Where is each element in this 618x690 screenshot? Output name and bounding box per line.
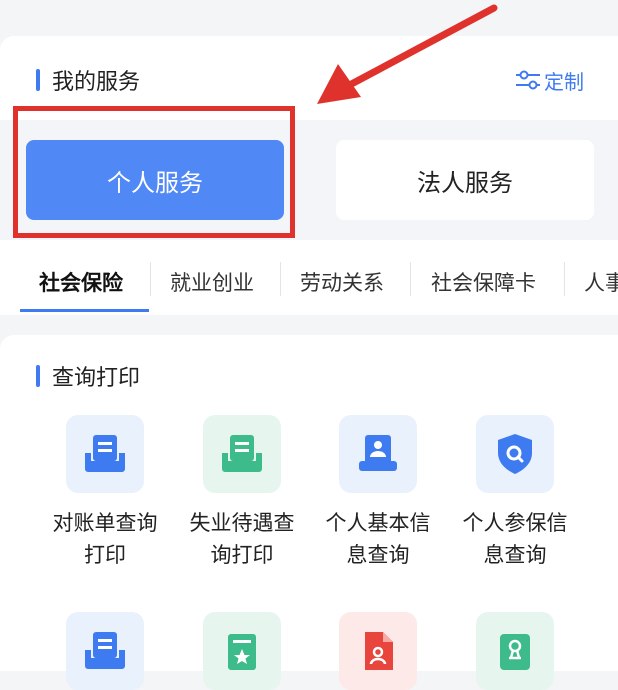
unemployment-print-label: 失业待遇查 询打印 xyxy=(189,511,295,567)
query-print-header: 查询打印 xyxy=(36,360,140,392)
tab-divider xyxy=(280,262,281,296)
tab-personnel[interactable]: 人事 xyxy=(584,250,618,314)
statement-print-label: 对账单查询 打印 xyxy=(52,511,158,567)
pdf-document-icon xyxy=(339,612,417,690)
query-print-title: 查询打印 xyxy=(52,366,141,391)
tab-divider xyxy=(410,262,411,296)
print-icon xyxy=(66,612,144,690)
legal-service-label: 法人服务 xyxy=(417,168,513,197)
sliders-icon xyxy=(516,70,540,90)
approval-stamp-icon xyxy=(476,612,554,690)
certificate-star-icon xyxy=(203,612,281,690)
legal-service-button[interactable]: 法人服务 xyxy=(336,140,594,220)
tab-divider xyxy=(564,262,565,296)
unemployment-print-icon xyxy=(203,415,281,493)
my-services-header: 我的服务 xyxy=(36,64,140,96)
certificate-item[interactable] xyxy=(172,612,312,690)
annotation-arrow-icon xyxy=(317,4,498,104)
annotation-highlight-box xyxy=(13,106,295,238)
tab-social-security-card[interactable]: 社会保障卡 xyxy=(431,250,536,314)
print-item[interactable] xyxy=(35,612,175,690)
customize-label: 定制 xyxy=(544,69,584,94)
active-tab-indicator xyxy=(20,309,149,312)
statement-print-icon xyxy=(66,415,144,493)
category-tabs: 社会保险 就业创业 劳动关系 社会保障卡 人事 xyxy=(0,250,618,314)
personal-info-item[interactable]: 个人基本信 息查询 xyxy=(308,415,448,571)
pdf-document-item[interactable] xyxy=(308,612,448,690)
personal-info-icon xyxy=(339,415,417,493)
statement-print-item[interactable]: 对账单查询 打印 xyxy=(35,415,175,571)
my-services-title: 我的服务 xyxy=(52,70,141,95)
insurance-info-item[interactable]: 个人参保信 息查询 xyxy=(445,415,585,571)
tab-employment[interactable]: 就业创业 xyxy=(170,250,254,314)
customize-button[interactable]: 定制 xyxy=(514,66,584,94)
section-accent-bar xyxy=(36,69,40,91)
insurance-info-label: 个人参保信 息查询 xyxy=(462,511,568,567)
personal-info-label: 个人基本信 息查询 xyxy=(325,511,431,567)
insurance-shield-icon xyxy=(476,415,554,493)
tab-social-insurance[interactable]: 社会保险 xyxy=(39,250,123,314)
approval-item[interactable] xyxy=(445,612,585,690)
tab-labor-relations[interactable]: 劳动关系 xyxy=(300,250,384,314)
tab-divider xyxy=(150,262,151,296)
unemployment-print-item[interactable]: 失业待遇查 询打印 xyxy=(172,415,312,571)
section-accent-bar xyxy=(36,365,40,387)
